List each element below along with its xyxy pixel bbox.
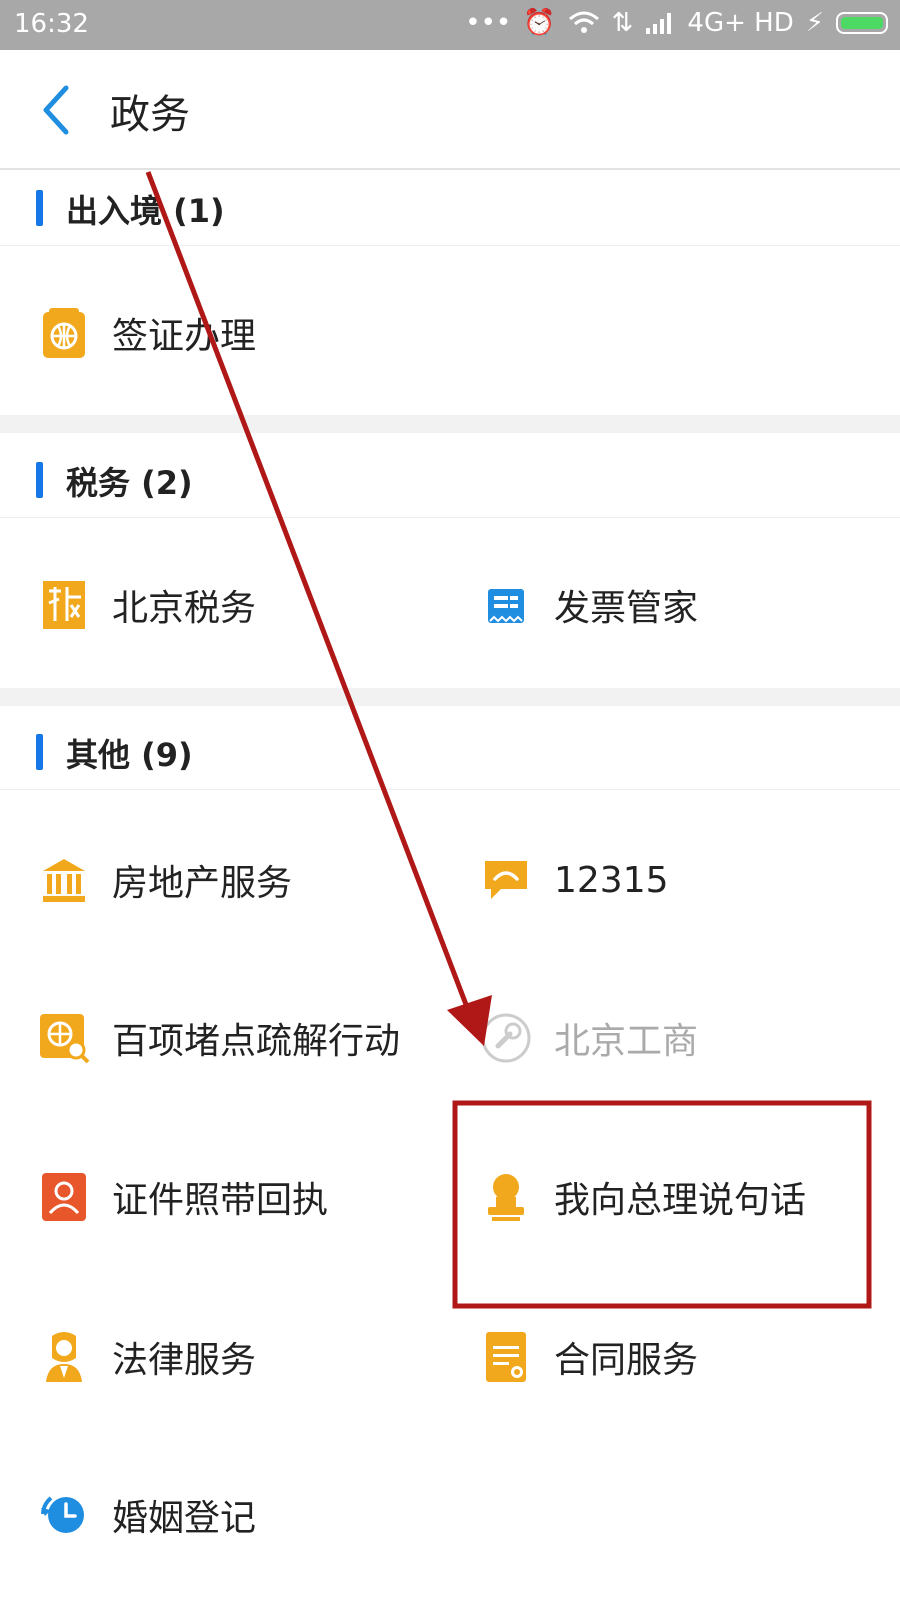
passport-globe-icon [38, 307, 90, 359]
service-real-estate[interactable]: 房地产服务 [38, 835, 292, 925]
section-title: 税务 (2) [66, 464, 193, 502]
nav-bar: 政务 [0, 50, 900, 170]
alarm-icon: ⏰ [523, 8, 556, 38]
contract-icon [480, 1331, 532, 1383]
service-label: 发票管家 [554, 588, 699, 629]
status-time: 16:32 [14, 9, 89, 39]
section-header-other: 其他 (9) [0, 712, 900, 790]
service-beijing-industry-commerce[interactable]: 北京工商 [480, 993, 698, 1083]
section-accent-bar [36, 462, 43, 498]
marriage-clock-icon [38, 1489, 90, 1541]
judge-icon [38, 1331, 90, 1383]
service-12315[interactable]: 12315 [480, 835, 669, 925]
section-accent-bar [36, 734, 43, 770]
tax-stamp-icon [38, 579, 90, 631]
section-accent-bar [36, 190, 43, 226]
charging-icon: ⚡ [805, 8, 824, 38]
bank-building-icon [38, 854, 90, 906]
service-label: 北京税务 [112, 588, 257, 629]
service-marriage-registration[interactable]: 婚姻登记 [38, 1470, 256, 1560]
service-label: 合同服务 [554, 1340, 699, 1381]
service-label: 签证办理 [112, 316, 257, 357]
section-header-entry-exit: 出入境 (1) [0, 168, 900, 246]
service-speak-to-premier[interactable]: 我向总理说句话 [480, 1152, 806, 1242]
speech-bubble-icon [480, 854, 532, 906]
service-label: 我向总理说句话 [554, 1180, 807, 1221]
service-label: 北京工商 [554, 1021, 699, 1062]
status-bar: 16:32 ••• ⏰ ⇅ 4G+ HD ⚡ [0, 0, 900, 50]
service-visa[interactable]: 签证办理 [38, 288, 256, 378]
service-label: 证件照带回执 [112, 1180, 329, 1221]
service-label: 12315 [554, 859, 669, 901]
service-label: 百项堵点疏解行动 [112, 1021, 401, 1062]
service-label: 房地产服务 [112, 863, 293, 904]
service-label: 婚姻登记 [112, 1498, 257, 1539]
section-title: 出入境 (1) [66, 192, 225, 230]
section-header-tax: 税务 (2) [0, 440, 900, 518]
section-title: 其他 (9) [66, 736, 193, 774]
wifi-icon [568, 11, 599, 33]
status-icons: ••• ⏰ ⇅ 4G+ HD ⚡ [465, 8, 888, 38]
invoice-icon [480, 579, 532, 631]
stamp-person-icon [480, 1171, 532, 1223]
page-title: 政务 [110, 92, 190, 138]
service-contract[interactable]: 合同服务 [480, 1312, 698, 1402]
battery-icon [836, 12, 888, 34]
section-divider [0, 415, 900, 433]
section-divider [0, 688, 900, 706]
service-bottleneck-action[interactable]: 百项堵点疏解行动 [38, 993, 400, 1083]
globe-search-icon [38, 1012, 90, 1064]
id-photo-icon [38, 1171, 90, 1223]
service-beijing-tax[interactable]: 北京税务 [38, 560, 256, 650]
data-transfer-icon: ⇅ [611, 8, 634, 38]
wrench-circle-icon [480, 1012, 532, 1064]
service-id-photo-receipt[interactable]: 证件照带回执 [38, 1152, 328, 1242]
network-label: 4G+ HD [687, 8, 794, 38]
signal-icon [646, 13, 672, 34]
service-label: 法律服务 [112, 1340, 257, 1381]
more-dots-icon: ••• [465, 8, 512, 38]
service-legal[interactable]: 法律服务 [38, 1312, 256, 1402]
back-chevron-icon[interactable] [36, 82, 76, 138]
service-invoice-manager[interactable]: 发票管家 [480, 560, 698, 650]
